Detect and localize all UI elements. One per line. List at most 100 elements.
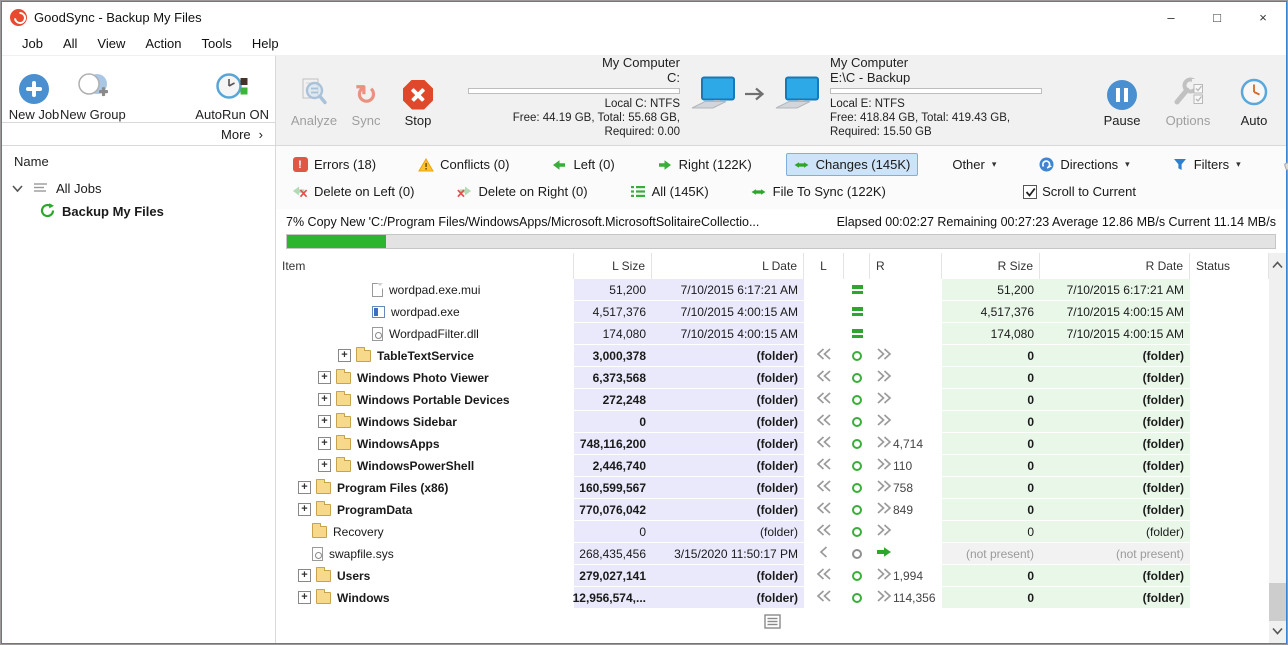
col-header-lsize[interactable]: L Size (574, 253, 652, 279)
r-direction-cell[interactable] (870, 411, 942, 433)
scrollbar-thumb[interactable] (1269, 583, 1286, 621)
stop-button[interactable]: Stop (392, 66, 444, 128)
scroll-to-current-checkbox[interactable]: Scroll to Current (1023, 184, 1136, 199)
r-direction-cell[interactable] (870, 389, 942, 411)
col-header-rdate[interactable]: R Date (1040, 253, 1190, 279)
r-direction-cell[interactable]: 114,356 (870, 587, 942, 609)
table-row[interactable]: WordpadFilter.dll174,0807/10/2015 4:00:1… (276, 323, 1269, 345)
maximize-button[interactable]: □ (1194, 2, 1240, 32)
l-direction-cell[interactable] (804, 455, 844, 477)
auto-button[interactable]: Auto (1228, 66, 1280, 128)
table-row[interactable]: +Windows Sidebar0(folder)0(folder) (276, 411, 1269, 433)
filter-conflicts[interactable]: Conflicts (0) (410, 153, 517, 176)
filter-left[interactable]: Left (0) (543, 153, 622, 176)
expand-icon[interactable]: + (318, 415, 331, 428)
more-button[interactable]: More › (2, 122, 275, 145)
filter-errors[interactable]: !Errors (18) (284, 153, 384, 176)
expand-icon[interactable]: + (298, 481, 311, 494)
sync-state-cell[interactable] (844, 367, 870, 389)
r-direction-cell[interactable] (870, 367, 942, 389)
l-direction-cell[interactable] (804, 587, 844, 609)
sync-state-cell[interactable] (844, 477, 870, 499)
sync-state-cell[interactable] (844, 301, 870, 323)
col-header-status[interactable]: Status (1190, 253, 1269, 279)
vertical-scrollbar[interactable] (1269, 253, 1286, 643)
r-direction-cell[interactable]: 758 (870, 477, 942, 499)
sidebar-item-backup-my-files[interactable]: Backup My Files (2, 200, 275, 223)
table-row[interactable]: +Windows12,956,574,...(folder)114,3560(f… (276, 587, 1269, 609)
l-direction-cell[interactable] (804, 411, 844, 433)
table-row[interactable]: +TableTextService3,000,378(folder)0(fold… (276, 345, 1269, 367)
expand-icon[interactable]: + (318, 393, 331, 406)
list-more-icon[interactable] (764, 614, 781, 643)
chevron-down-icon[interactable] (12, 181, 23, 196)
table-row[interactable]: +Windows Portable Devices272,248(folder)… (276, 389, 1269, 411)
menu-tools[interactable]: Tools (192, 33, 242, 54)
autorun-button[interactable]: AutoRun ON (195, 60, 269, 122)
filter-other[interactable]: Other▾ (944, 153, 1004, 176)
l-direction-cell[interactable] (804, 323, 844, 345)
analyze-button[interactable]: Analyze (288, 66, 340, 128)
filter-right[interactable]: Right (122K) (649, 153, 760, 176)
filter-all[interactable]: All (145K) (622, 180, 717, 203)
l-direction-cell[interactable] (804, 499, 844, 521)
filter-delete-on-right[interactable]: Delete on Right (0) (448, 180, 595, 203)
scroll-down-icon[interactable] (1272, 622, 1283, 640)
r-direction-cell[interactable] (870, 301, 942, 323)
r-direction-cell[interactable]: 4,714 (870, 433, 942, 455)
expand-icon[interactable]: + (298, 591, 311, 604)
filter-clear-tree[interactable]: Clear Tree (1275, 153, 1288, 176)
l-direction-cell[interactable] (804, 389, 844, 411)
sync-state-cell[interactable] (844, 565, 870, 587)
l-direction-cell[interactable] (804, 301, 844, 323)
l-direction-cell[interactable] (804, 345, 844, 367)
table-row[interactable]: +WindowsApps748,116,200(folder)4,7140(fo… (276, 433, 1269, 455)
options-button[interactable]: Options (1162, 66, 1214, 128)
sync-state-cell[interactable] (844, 433, 870, 455)
scroll-up-icon[interactable] (1272, 256, 1283, 274)
sync-state-cell[interactable] (844, 543, 870, 565)
col-header-r[interactable]: R (870, 253, 942, 279)
r-direction-cell[interactable]: 110 (870, 455, 942, 477)
l-direction-cell[interactable] (804, 433, 844, 455)
expand-icon[interactable]: + (318, 371, 331, 384)
new-job-button[interactable]: New Job (8, 60, 60, 122)
table-row[interactable]: Recovery0(folder)0(folder) (276, 521, 1269, 543)
table-row[interactable]: +Windows Photo Viewer6,373,568(folder)0(… (276, 367, 1269, 389)
r-direction-cell[interactable] (870, 521, 942, 543)
r-direction-cell[interactable]: 849 (870, 499, 942, 521)
sync-state-cell[interactable] (844, 499, 870, 521)
pause-button[interactable]: Pause (1096, 66, 1148, 128)
sidebar-item-all-jobs[interactable]: All Jobs (2, 177, 275, 200)
sync-state-cell[interactable] (844, 455, 870, 477)
r-direction-cell[interactable] (870, 279, 942, 301)
filter-changes[interactable]: Changes (145K) (786, 153, 919, 176)
filter-directions[interactable]: Directions▾ (1030, 153, 1137, 176)
l-direction-cell[interactable] (804, 543, 844, 565)
menu-all[interactable]: All (53, 33, 87, 54)
close-button[interactable]: × (1240, 2, 1286, 32)
l-direction-cell[interactable] (804, 565, 844, 587)
col-header-ldate[interactable]: L Date (652, 253, 804, 279)
sync-state-cell[interactable] (844, 411, 870, 433)
table-row[interactable]: +Users279,027,141(folder)1,9940(folder) (276, 565, 1269, 587)
table-row[interactable]: swapfile.sys268,435,4563/15/2020 11:50:1… (276, 543, 1269, 565)
col-header-item[interactable]: Item (276, 253, 574, 279)
sync-state-cell[interactable] (844, 345, 870, 367)
minimize-button[interactable]: – (1148, 2, 1194, 32)
col-header-l[interactable]: L (804, 253, 844, 279)
menu-job[interactable]: Job (12, 33, 53, 54)
table-row[interactable]: wordpad.exe.mui51,2007/10/2015 6:17:21 A… (276, 279, 1269, 301)
expand-icon[interactable]: + (338, 349, 351, 362)
menu-help[interactable]: Help (242, 33, 289, 54)
expand-icon[interactable]: + (318, 459, 331, 472)
table-row[interactable]: +Program Files (x86)160,599,567(folder)7… (276, 477, 1269, 499)
filter-delete-on-left[interactable]: Delete on Left (0) (284, 180, 422, 203)
checkbox-checked-icon[interactable] (1023, 185, 1037, 199)
filter-file-to-sync[interactable]: File To Sync (122K) (743, 180, 894, 203)
new-group-button[interactable]: New Group (60, 60, 126, 122)
col-header-rsize[interactable]: R Size (942, 253, 1040, 279)
r-direction-cell[interactable] (870, 345, 942, 367)
l-direction-cell[interactable] (804, 477, 844, 499)
r-direction-cell[interactable] (870, 543, 942, 565)
